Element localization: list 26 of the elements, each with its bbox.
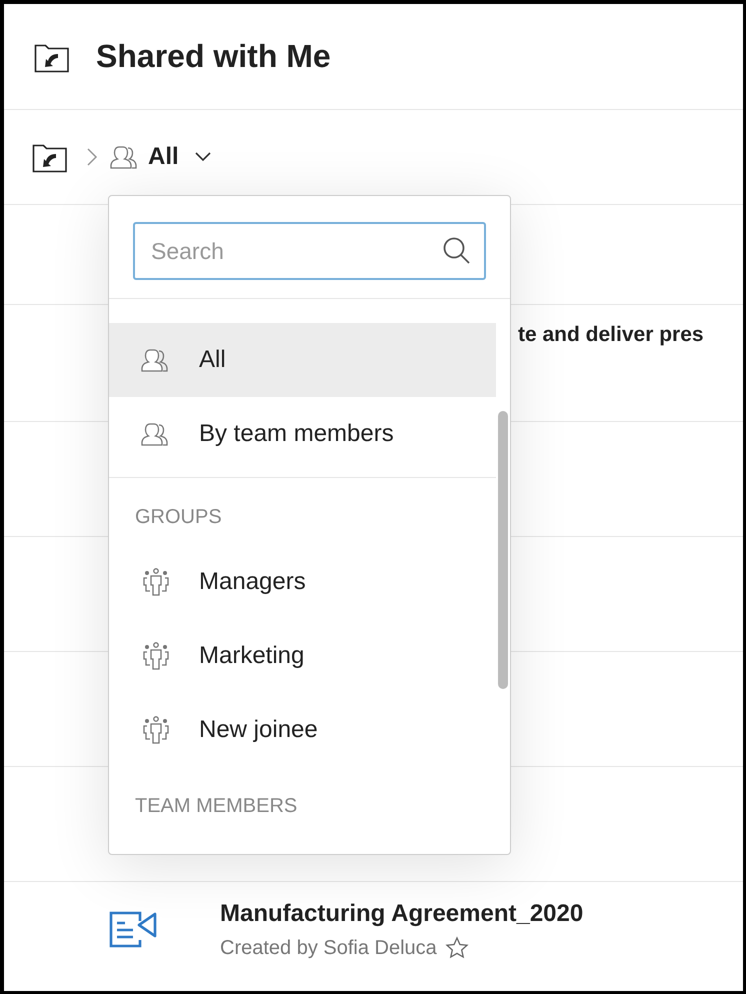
chevron-icon (86, 147, 98, 167)
scrollbar[interactable] (498, 411, 508, 689)
menu-item[interactable]: Managers (109, 545, 496, 619)
menu-item-label: All (199, 346, 226, 374)
section-heading: GROUPS (134, 505, 223, 530)
document-author: Created by Sofia Deluca (220, 936, 437, 960)
search-field[interactable]: Search (133, 222, 486, 280)
menu-item[interactable]: By team members (109, 397, 496, 471)
menu-item-label: Managers (199, 568, 306, 596)
group-icon (141, 715, 171, 745)
document-title[interactable]: Manufacturing Agreement_2020 (220, 900, 584, 928)
menu-item-label: New joinee (199, 716, 318, 744)
group-icon (141, 641, 171, 671)
menu-item[interactable]: Marketing (109, 619, 496, 693)
group-icon (141, 567, 171, 597)
breadcrumb-dropdown[interactable]: All (110, 143, 211, 171)
page-title: Shared with Me (96, 38, 331, 75)
menu-item[interactable]: New joinee (109, 693, 496, 767)
menu-item[interactable]: All (109, 323, 496, 397)
star-icon[interactable] (444, 936, 469, 960)
caret-icon (194, 152, 211, 162)
section-heading: TEAM MEMBERS (134, 794, 298, 819)
document-title: te and deliver pres (518, 323, 704, 348)
search-icon[interactable] (442, 236, 472, 266)
menu-item-label: By team members (199, 420, 394, 448)
menu-item-label: Marketing (199, 642, 304, 670)
